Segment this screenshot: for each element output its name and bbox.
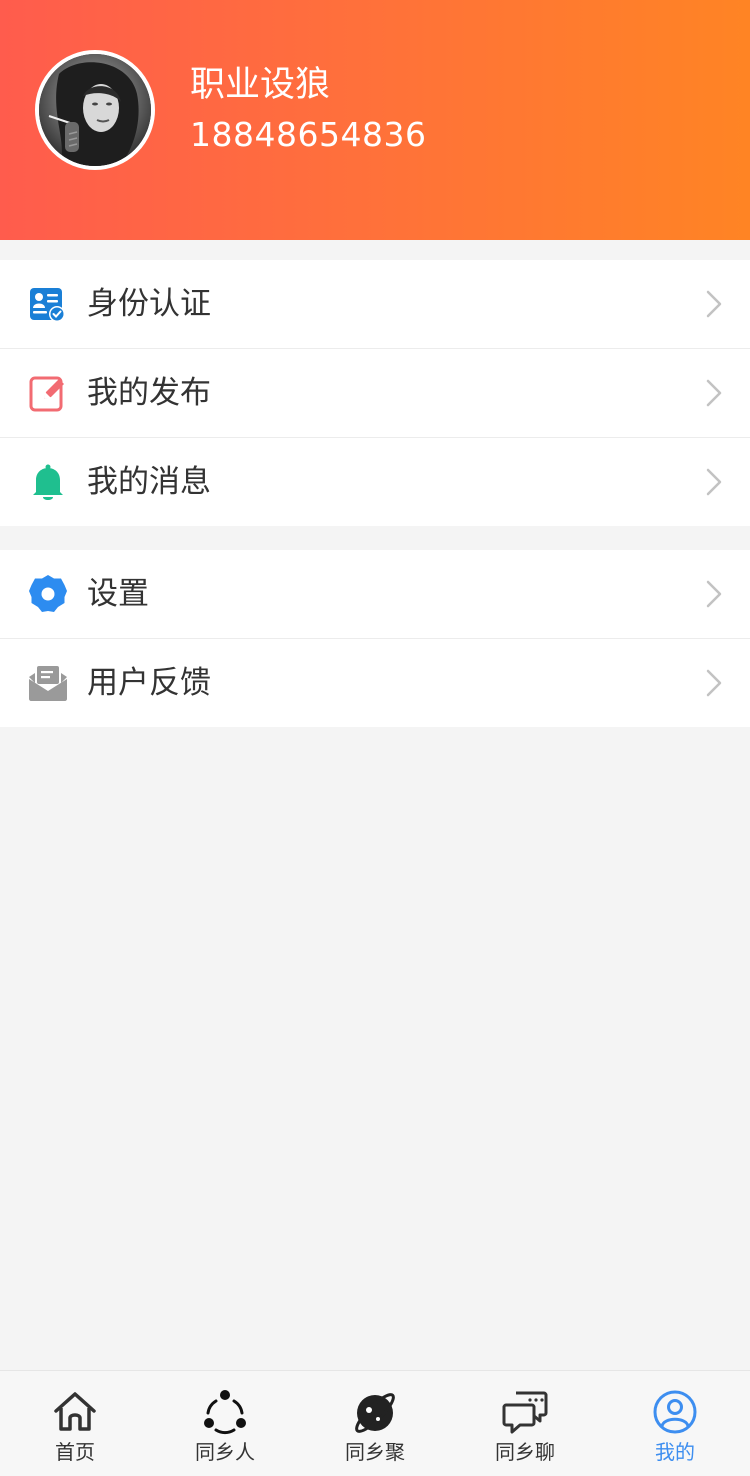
menu-item-label: 我的发布 <box>87 375 211 411</box>
tab-fellow-gathering[interactable]: 同乡聚 <box>300 1371 450 1476</box>
menu-group-system: 设置 用户反馈 <box>0 550 750 727</box>
tab-home[interactable]: 首页 <box>0 1371 150 1476</box>
menu-item-settings[interactable]: 设置 <box>0 550 750 639</box>
tab-fellow-chat[interactable]: 同乡聊 <box>450 1371 600 1476</box>
menu-item-identity-verification[interactable]: 身份认证 <box>0 260 750 349</box>
tab-label: 同乡聚 <box>345 1440 405 1464</box>
tab-label: 同乡聊 <box>495 1440 555 1464</box>
chevron-right-icon <box>704 290 724 318</box>
menu-item-label: 用户反馈 <box>87 665 211 701</box>
tab-label: 我的 <box>655 1440 695 1464</box>
menu-item-my-messages[interactable]: 我的消息 <box>0 438 750 526</box>
menu-item-label: 身份认证 <box>87 286 211 322</box>
chevron-right-icon <box>704 379 724 407</box>
profile-header: 职业设狼 18848654836 <box>0 0 750 240</box>
tab-fellow-townsmen[interactable]: 同乡人 <box>150 1371 300 1476</box>
chat-icon <box>502 1389 548 1435</box>
phone-number: 18848654836 <box>190 115 427 154</box>
menu-item-user-feedback[interactable]: 用户反馈 <box>0 639 750 727</box>
menu-item-label: 我的消息 <box>87 464 211 500</box>
id-card-icon <box>28 284 68 324</box>
chevron-right-icon <box>704 669 724 697</box>
mail-icon <box>28 663 68 703</box>
menu-item-label: 设置 <box>87 576 149 612</box>
gear-icon <box>28 574 68 614</box>
chevron-right-icon <box>704 468 724 496</box>
bottom-tab-bar: 首页 同乡人 同乡聚 同乡聊 我的 <box>0 1370 750 1476</box>
username: 职业设狼 <box>190 65 331 105</box>
chevron-right-icon <box>704 580 724 608</box>
avatar[interactable] <box>35 50 155 170</box>
tab-label: 同乡人 <box>195 1440 255 1464</box>
tab-mine[interactable]: 我的 <box>600 1371 750 1476</box>
tab-label: 首页 <box>55 1440 95 1464</box>
edit-icon <box>28 373 68 413</box>
bell-icon <box>28 462 68 502</box>
menu-group-account: 身份认证 我的发布 我的消息 <box>0 260 750 526</box>
user-icon <box>652 1389 698 1435</box>
menu-item-my-posts[interactable]: 我的发布 <box>0 349 750 438</box>
home-icon <box>52 1389 98 1435</box>
avatar-photo <box>39 54 151 166</box>
people-icon <box>202 1389 248 1435</box>
planet-icon <box>352 1389 398 1435</box>
